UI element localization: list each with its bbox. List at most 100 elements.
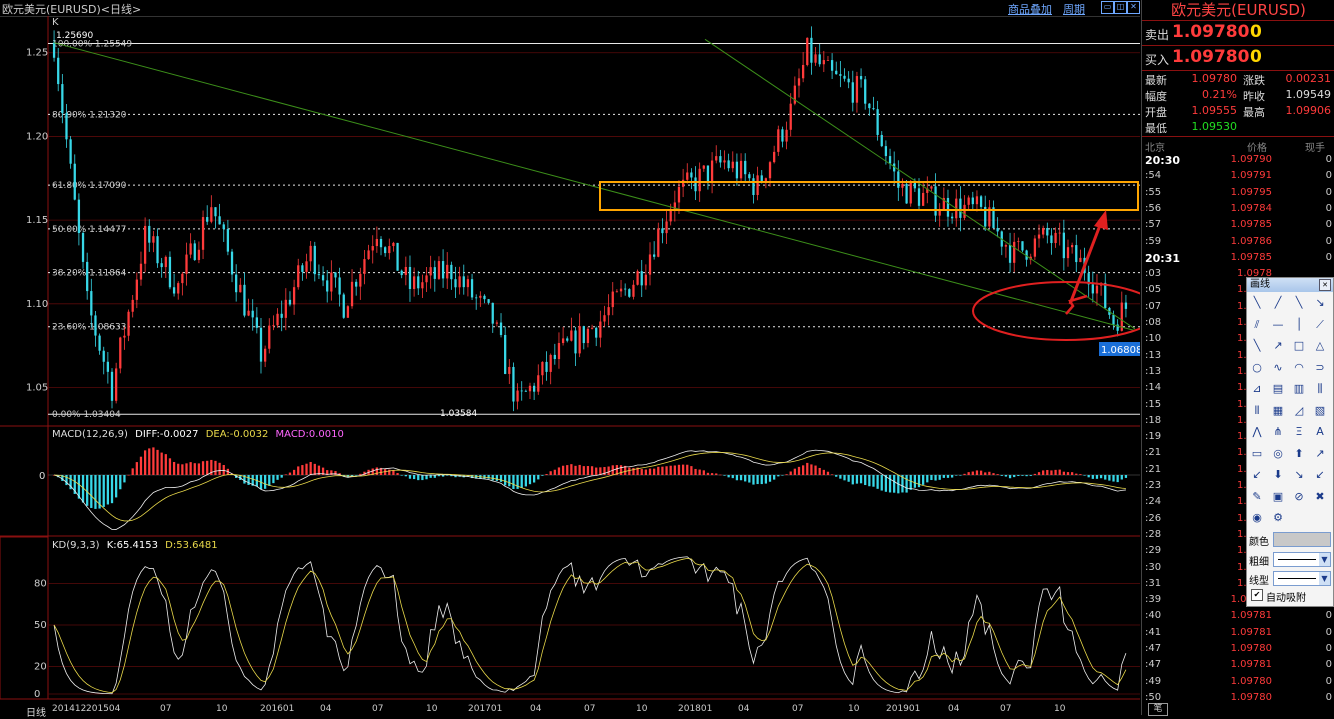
arrow-green2-icon[interactable]: ↙ bbox=[1311, 466, 1329, 484]
macd-bar bbox=[520, 475, 523, 488]
fibonacci-icon[interactable]: ⊿ bbox=[1248, 380, 1266, 398]
arrow-up-right-icon[interactable]: ↗ bbox=[1269, 337, 1287, 355]
diagonal-icon[interactable]: ╲ bbox=[1248, 337, 1266, 355]
ruler-icon[interactable]: ▭ bbox=[1248, 445, 1266, 463]
chevron-down-icon[interactable]: ▼ bbox=[1319, 572, 1330, 585]
macd-bar bbox=[168, 458, 172, 475]
period-tab-daily[interactable]: 日线 bbox=[26, 704, 46, 719]
candle-body bbox=[826, 60, 830, 61]
candle-body bbox=[665, 221, 668, 234]
parallel-icon[interactable]: ⫽ bbox=[1248, 316, 1266, 334]
line-style-select[interactable]: ▼ bbox=[1273, 571, 1331, 586]
sell-row[interactable]: 卖出 1.09780 0 bbox=[1142, 21, 1334, 46]
segment-icon[interactable]: ╲ bbox=[1248, 294, 1266, 312]
macd-bar bbox=[429, 475, 432, 478]
candle-body bbox=[1070, 245, 1074, 248]
down-marker-icon[interactable]: ⬇ bbox=[1269, 466, 1287, 484]
macd-bar bbox=[263, 475, 267, 489]
macd-bar bbox=[764, 475, 768, 484]
eye-icon[interactable]: ◉ bbox=[1248, 509, 1266, 527]
wedge-icon[interactable]: ⋀ bbox=[1248, 423, 1266, 441]
triangle-icon[interactable]: △ bbox=[1311, 337, 1329, 355]
candle-body bbox=[1004, 245, 1008, 247]
macd-bar bbox=[984, 472, 987, 475]
x-axis-label: 04 bbox=[948, 704, 960, 714]
close-icon[interactable]: ✕ bbox=[1319, 279, 1331, 291]
fan-line-icon[interactable]: ⟋ bbox=[1311, 316, 1329, 334]
arrow-line-icon[interactable]: ↘ bbox=[1311, 294, 1329, 312]
palette-icon[interactable]: ▣ bbox=[1269, 488, 1287, 506]
gear-icon[interactable]: ⚙ bbox=[1269, 509, 1287, 527]
color-picker[interactable] bbox=[1273, 532, 1331, 547]
hide-icon[interactable]: ⊘ bbox=[1290, 488, 1308, 506]
macd-bar bbox=[586, 466, 590, 475]
tick-row: 20:30 1.09790 0 bbox=[1142, 154, 1334, 170]
candle-body bbox=[681, 179, 685, 187]
arrow-down-left-icon[interactable]: ↙ bbox=[1248, 466, 1266, 484]
speed-line-icon[interactable]: ◿ bbox=[1290, 402, 1308, 420]
delete-icon[interactable]: ✖ bbox=[1311, 488, 1329, 506]
period-link[interactable]: 周期 bbox=[1063, 1, 1085, 17]
macd-bar bbox=[1083, 475, 1086, 476]
drawing-tool-palette[interactable]: 画线 ✕ ╲ ╱ ╲ ↘ ⫽ — │ ⟋ ╲ ↗ □ △ ○ ∿ ◠ ⊃ ⊿ ▤ ▥ ⫼ ⦀ ▦ ◿ ▧ ⋀ ⋔ Ξ A ▭ ◎ ⬆ ↗ ↙ ⬇ ↘… bbox=[1246, 277, 1334, 607]
candle-body bbox=[859, 76, 863, 80]
percent-line-icon[interactable]: ▧ bbox=[1311, 402, 1329, 420]
tick-row: :40 1.09781 0 bbox=[1142, 610, 1334, 626]
text-icon[interactable]: A bbox=[1311, 423, 1329, 441]
chart-area[interactable]: 1.251.201.151.101.05 100.00% 1.2554980.9… bbox=[0, 16, 1140, 715]
macd-bar bbox=[417, 475, 420, 481]
buy-row[interactable]: 买入 1.09780 0 bbox=[1142, 46, 1334, 71]
macd-bar bbox=[702, 470, 705, 475]
horizontal-line-icon[interactable]: — bbox=[1269, 316, 1287, 334]
overlay-symbol-link[interactable]: 商品叠加 bbox=[1008, 1, 1052, 17]
gann-icon[interactable]: ▤ bbox=[1269, 380, 1287, 398]
line-icon[interactable]: ╲ bbox=[1290, 294, 1308, 312]
period-line-icon[interactable]: ⦀ bbox=[1248, 402, 1266, 420]
target-icon[interactable]: ◎ bbox=[1269, 445, 1287, 463]
curve-icon[interactable]: ⊃ bbox=[1311, 359, 1329, 377]
minimize-icon[interactable]: ▭ bbox=[1101, 1, 1114, 14]
macd-bar bbox=[524, 475, 527, 487]
candle-body bbox=[946, 197, 950, 217]
candle-body bbox=[255, 317, 258, 328]
arrow-green-icon[interactable]: ↘ bbox=[1290, 466, 1308, 484]
gann-fan-icon[interactable]: Ξ bbox=[1290, 423, 1308, 441]
grid-lines-icon[interactable]: ▦ bbox=[1269, 402, 1287, 420]
trend-line-lower[interactable] bbox=[53, 42, 1136, 332]
arc-icon[interactable]: ◠ bbox=[1290, 359, 1308, 377]
tick-time: :39 bbox=[1145, 594, 1162, 606]
macd-bar bbox=[1099, 475, 1103, 479]
rectangle-icon[interactable]: □ bbox=[1290, 337, 1308, 355]
arrow-red-icon[interactable]: ↗ bbox=[1311, 445, 1329, 463]
macd-bar bbox=[868, 475, 871, 487]
close-icon[interactable]: ✕ bbox=[1127, 1, 1140, 14]
cycle-icon[interactable]: ⫼ bbox=[1311, 380, 1329, 398]
trend-line-upper[interactable] bbox=[704, 38, 1136, 330]
candle-body bbox=[408, 266, 412, 289]
chevron-down-icon[interactable]: ▼ bbox=[1319, 553, 1330, 566]
macd-diff-value: DIFF:-0.0027 bbox=[135, 429, 198, 440]
candle-body bbox=[479, 295, 482, 298]
auto-snap-checkbox[interactable]: ✔ bbox=[1251, 589, 1263, 601]
macd-bar bbox=[305, 463, 308, 475]
wave-icon[interactable]: ∿ bbox=[1269, 359, 1287, 377]
vertical-line-icon[interactable]: │ bbox=[1290, 316, 1308, 334]
up-marker-icon[interactable]: ⬆ bbox=[1290, 445, 1308, 463]
highlight-ellipse[interactable] bbox=[972, 281, 1140, 341]
restore-icon[interactable]: ◫ bbox=[1114, 1, 1127, 14]
macd-bar bbox=[665, 466, 668, 475]
drawing-tool-title-bar[interactable]: 画线 ✕ bbox=[1247, 278, 1333, 292]
pencil-icon[interactable]: ✎ bbox=[1248, 488, 1266, 506]
ellipse-icon[interactable]: ○ bbox=[1248, 359, 1266, 377]
channel-icon[interactable]: ▥ bbox=[1290, 380, 1308, 398]
fork-icon[interactable]: ⋔ bbox=[1269, 423, 1287, 441]
tick-tab[interactable]: 笔 bbox=[1148, 703, 1168, 716]
kd-k-value: K:65.4153 bbox=[107, 540, 158, 551]
resistance-box[interactable] bbox=[599, 181, 1139, 211]
candle-body bbox=[615, 291, 619, 293]
line-width-select[interactable]: ▼ bbox=[1273, 552, 1331, 567]
candle-body bbox=[384, 247, 387, 254]
ray-up-icon[interactable]: ╱ bbox=[1269, 294, 1287, 312]
stat-label: 昨收 bbox=[1243, 90, 1265, 103]
candle-body bbox=[760, 175, 763, 182]
